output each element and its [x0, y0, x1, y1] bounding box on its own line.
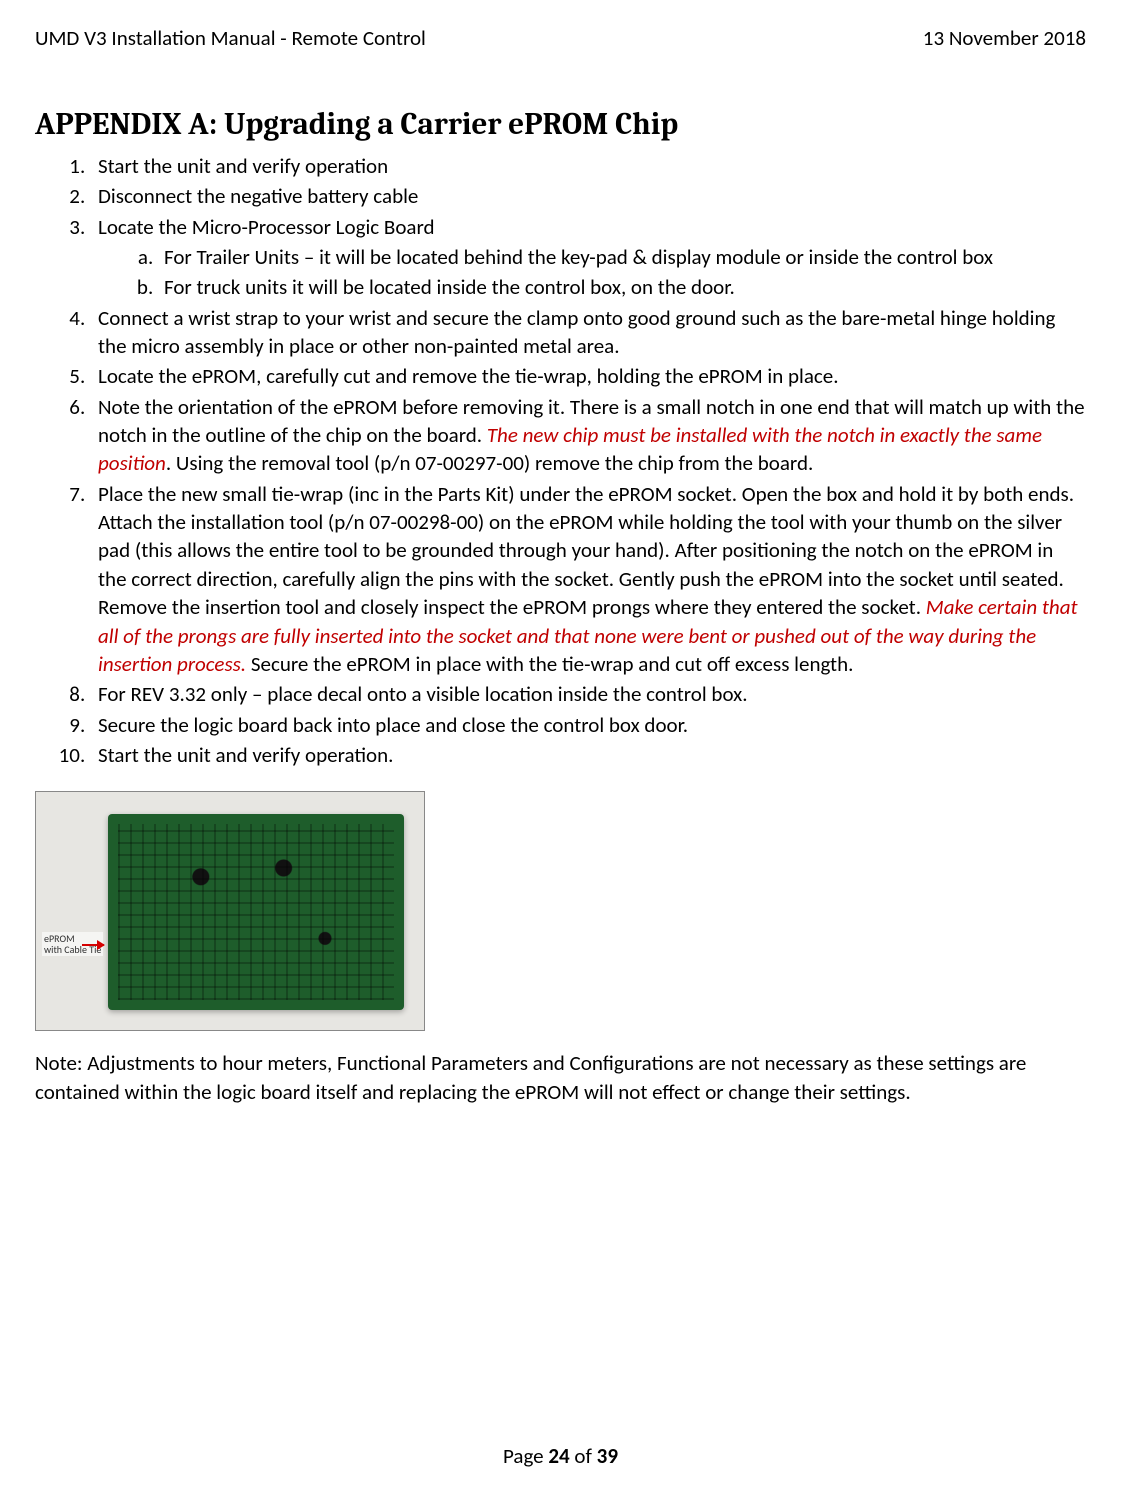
step-3a: For Trailer Units – it will be located b… [158, 243, 1086, 271]
step-6-part-b: . Using the removal tool (p/n 07-00297-0… [166, 450, 813, 476]
step-7: Place the new small tie-wrap (inc in the… [90, 480, 1086, 678]
step-4: Connect a wrist strap to your wrist and … [90, 304, 1086, 361]
step-9: Secure the logic board back into place a… [90, 711, 1086, 739]
footer-total-pages: 39 [597, 1443, 618, 1469]
pcb-illustration [108, 814, 404, 1010]
step-10: Start the unit and verify operation. [90, 741, 1086, 769]
page-title: APPENDIX A: Upgrading a Carrier ePROM Ch… [35, 106, 1086, 142]
eprom-arrow-icon [82, 944, 104, 946]
page-note: Note: Adjustments to hour meters, Functi… [35, 1049, 1086, 1106]
step-7-part-b: Secure the ePROM in place with the tie-w… [246, 651, 853, 677]
step-3-text: Locate the Micro-Processor Logic Board [98, 214, 435, 240]
step-1: Start the unit and verify operation [90, 152, 1086, 180]
step-3-sublist: For Trailer Units – it will be located b… [98, 243, 1086, 302]
page-footer: Page 24 of 39 [0, 1443, 1121, 1469]
step-8: For REV 3.32 only – place decal onto a v… [90, 680, 1086, 708]
step-2: Disconnect the negative battery cable [90, 182, 1086, 210]
step-5: Locate the ePROM, carefully cut and remo… [90, 362, 1086, 390]
step-3: Locate the Micro-Processor Logic Board F… [90, 213, 1086, 302]
page-header: UMD V3 Installation Manual - Remote Cont… [35, 25, 1086, 51]
header-right: 13 November 2018 [923, 25, 1086, 51]
step-3b: For truck units it will be located insid… [158, 273, 1086, 301]
procedure-list: Start the unit and verify operation Disc… [35, 152, 1086, 769]
step-6: Note the orientation of the ePROM before… [90, 393, 1086, 478]
footer-current-page: 24 [548, 1443, 569, 1469]
header-left: UMD V3 Installation Manual - Remote Cont… [35, 25, 426, 51]
logic-board-figure: ePROM with Cable Tie [35, 791, 425, 1031]
footer-prefix: Page [503, 1443, 548, 1469]
page: UMD V3 Installation Manual - Remote Cont… [0, 0, 1121, 1497]
footer-middle: of [570, 1443, 597, 1469]
